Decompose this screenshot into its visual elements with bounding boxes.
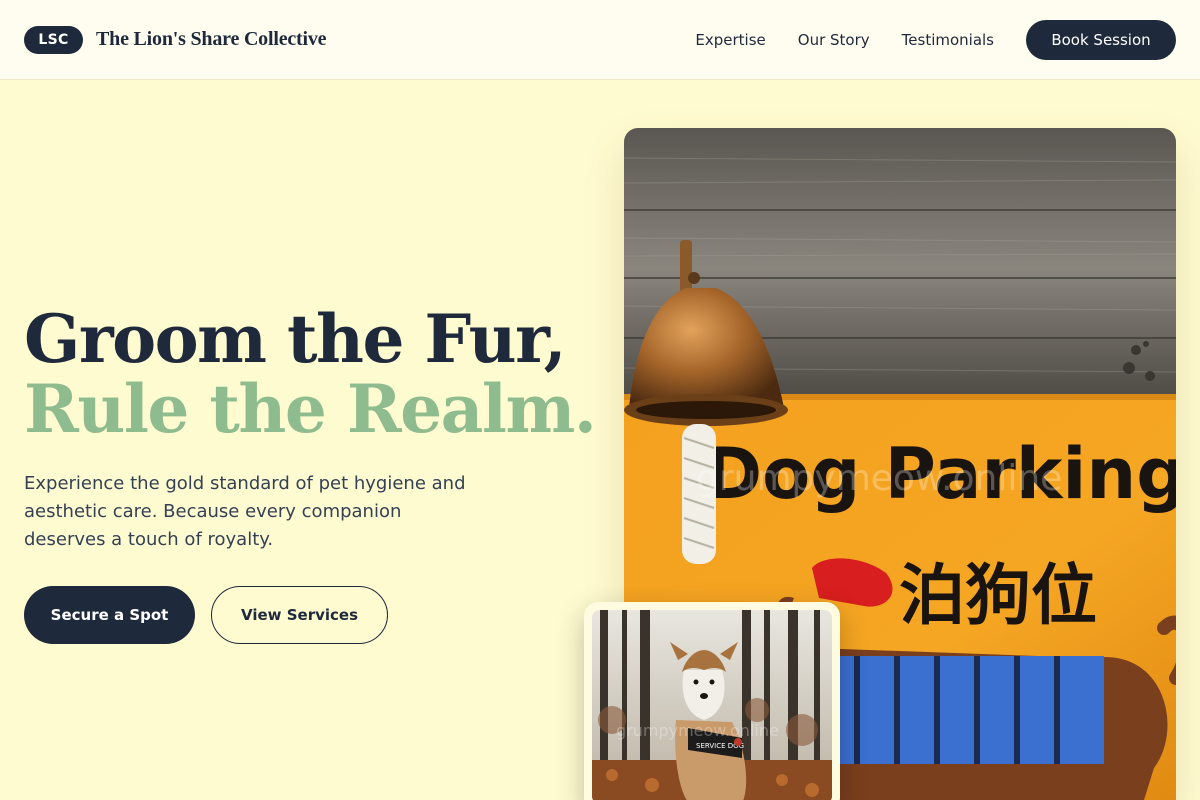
book-session-button[interactable]: Book Session (1026, 19, 1176, 60)
secure-spot-button[interactable]: Secure a Spot (24, 586, 195, 644)
hero-title-line2: Rule the Realm. (24, 370, 597, 448)
inset-watermark: grumpymeow.online (616, 721, 779, 740)
hero-subtitle: Experience the gold standard of pet hygi… (24, 473, 466, 550)
nav-link-testimonials[interactable]: Testimonials (902, 31, 994, 49)
nav-link-expertise[interactable]: Expertise (695, 31, 765, 49)
brand[interactable]: LSC The Lion's Share Collective (24, 25, 327, 54)
view-services-button[interactable]: View Services (211, 586, 388, 644)
site-header: LSC The Lion's Share Collective Expertis… (0, 0, 1200, 80)
sign-text-cn: 泊狗位 (899, 557, 1097, 634)
main-nav: Expertise Our Story Testimonials Book Se… (695, 19, 1176, 60)
hero-title: Groom the Fur, Rule the Realm. (24, 300, 597, 448)
inset-photo-service-dog: SERVICE DOG grumpymeow.online (584, 602, 840, 800)
service-dog-illustration: SERVICE DOG grumpymeow.online (592, 610, 832, 800)
nav-link-our-story[interactable]: Our Story (798, 31, 870, 49)
brand-name[interactable]: The Lion's Share Collective (96, 28, 327, 51)
logo-badge[interactable]: LSC (24, 25, 83, 54)
image-watermark: grumpymeow.online (696, 458, 1062, 499)
hero-title-line1: Groom the Fur, (24, 300, 567, 378)
